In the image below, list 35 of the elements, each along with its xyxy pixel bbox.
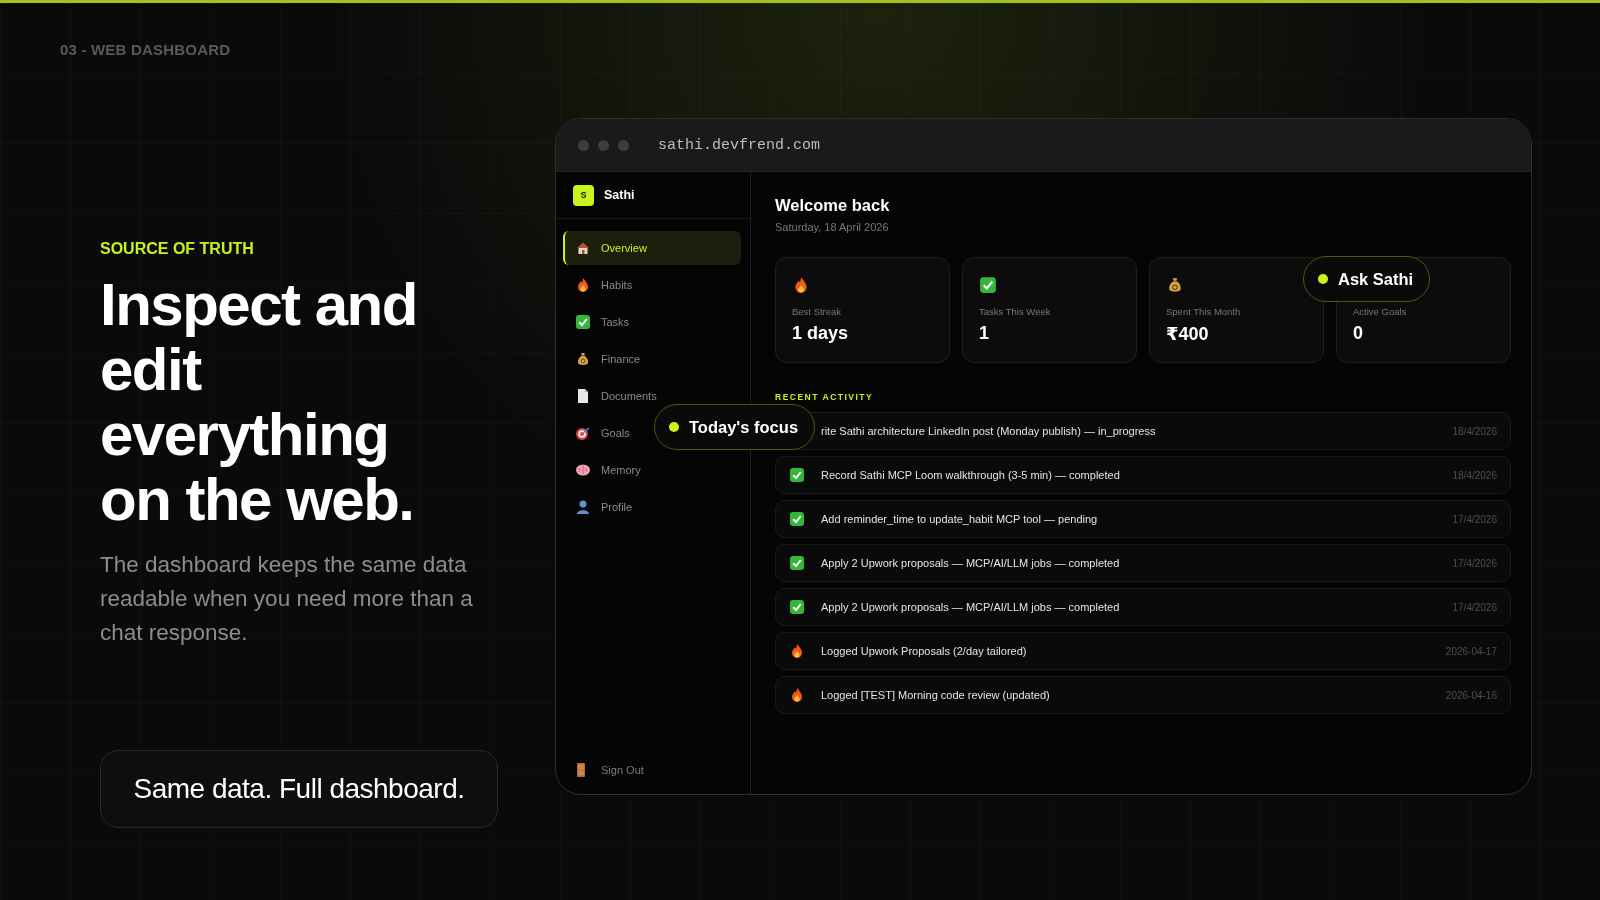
- callout-tooltip: Today's focus: [654, 404, 816, 450]
- activity-date: 17/4/2026: [1452, 557, 1497, 569]
- activity-text: Logged Upwork Proposals (2/day tailored): [820, 645, 1028, 657]
- callout-card: Same data. Full dashboard.: [100, 750, 498, 828]
- activity-text: Record Sathi MCP Loom walkthrough (3-5 min) — completed: [820, 469, 1121, 481]
- section-heading: RECENT ACTIVITY: [775, 392, 875, 402]
- activity-date: 17/4/2026: [1452, 513, 1497, 525]
- eyebrow-label: SOURCE OF TRUTH: [100, 240, 255, 258]
- section-label: 03 - WEB DASHBOARD: [60, 41, 232, 58]
- headline: Inspect and edit everything on the web.: [100, 272, 418, 532]
- activity-date: 18/4/2026: [1452, 469, 1497, 481]
- activity-date: 18/4/2026: [1452, 425, 1497, 437]
- stat-value: 1 days: [792, 323, 850, 344]
- stat-value: 0: [1353, 323, 1364, 344]
- brand-name: Sathi: [604, 188, 635, 202]
- callout-tooltip: Ask Sathi: [1303, 256, 1431, 302]
- stat-label: Active Goals: [1353, 306, 1408, 317]
- url-text: sathi.devfrend.com: [658, 136, 821, 154]
- date-text: Saturday, 18 April 2026: [775, 221, 890, 233]
- activity-date: 17/4/2026: [1452, 601, 1497, 613]
- activity-date: 2026-04-17: [1445, 645, 1497, 657]
- activity-text: Add reminder_time to update_habit MCP tool — pending: [820, 513, 1099, 525]
- activity-text: rite Sathi architecture LinkedIn post (Monday publish) — in_progress: [820, 425, 1157, 437]
- stat-label: Tasks This Week: [979, 306, 1052, 317]
- page-title: Welcome back: [775, 196, 891, 215]
- logo: S: [573, 184, 594, 206]
- activity-text: Apply 2 Upwork proposals — MCP/AI/LLM jobs — completed: [820, 601, 1121, 613]
- stat-label: Best Streak: [792, 306, 843, 317]
- activity-text: Logged [TEST] Morning code review (updated): [820, 689, 1051, 701]
- stat-value: 1: [979, 323, 990, 344]
- stat-value: ₹400: [1166, 323, 1210, 345]
- activity-text: Apply 2 Upwork proposals — MCP/AI/LLM jobs — completed: [820, 557, 1121, 569]
- activity-date: 2026-04-16: [1445, 689, 1497, 701]
- stat-label: Spent This Month: [1166, 306, 1242, 317]
- description: The dashboard keeps the same data readable when you need more than a chat response.: [100, 551, 474, 647]
